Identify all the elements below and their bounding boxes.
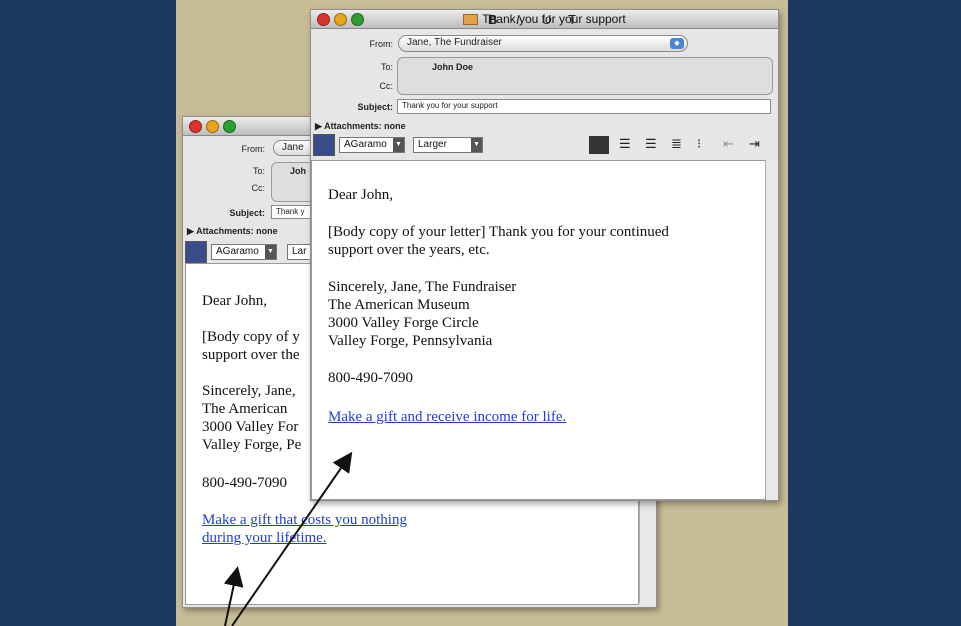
arrow-to-front-link (231, 451, 353, 626)
arrow-to-back-link (223, 566, 244, 626)
arrow-annotation (223, 451, 353, 626)
